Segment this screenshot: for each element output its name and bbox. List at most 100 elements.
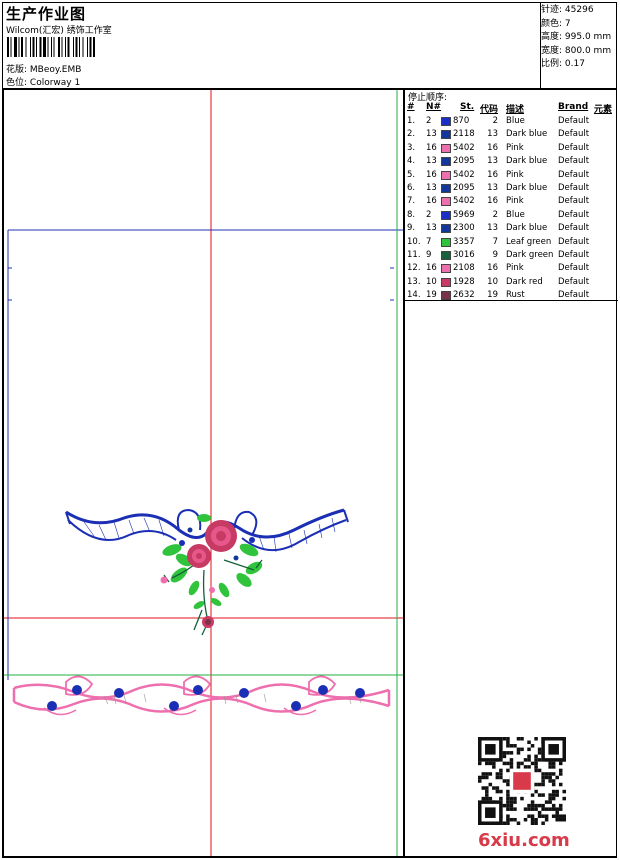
color-swatch (441, 130, 451, 140)
row-brand: Default (558, 116, 590, 126)
row-code: 19 (487, 290, 498, 301)
barcode-graphic (7, 37, 95, 57)
col-brand: Brand (558, 102, 589, 112)
color-swatch (441, 277, 451, 287)
row-brand: Default (558, 290, 590, 301)
row-num: 8. (407, 209, 416, 220)
row-stitches: 3357 (453, 236, 475, 247)
table-row: 9. 13 2300 13 Dark blue Default (405, 223, 618, 236)
table-row: 4. 13 2095 13 Dark blue Default (405, 156, 618, 169)
row-code: 16 (487, 169, 498, 180)
row-brand: Default (558, 169, 590, 180)
col-num: # (407, 102, 415, 112)
table-row: 11. 9 3016 9 Dark green Default (405, 250, 618, 263)
row-code: 13 (487, 129, 498, 140)
design-value: MBeoy.EMB (29, 65, 82, 75)
qr-code (478, 737, 566, 825)
table-header: # N# St. 代码 描述 Brand 元素 (405, 102, 618, 115)
row-code: 2 (492, 209, 498, 220)
table-row: 3. 16 5402 16 Pink Default (405, 143, 618, 156)
row-num: 9. (407, 223, 416, 234)
rose-bud (202, 616, 214, 628)
row-needle: 9 (426, 249, 432, 260)
table-row: 1. 2 870 2 Blue Default (405, 116, 618, 129)
stats-box: 针迹: 45296 颜色: 7 高度: 995.0 mm 宽度: 800.0 m… (541, 4, 617, 72)
row-num: 13. (407, 276, 421, 287)
row-brand: Default (558, 142, 590, 153)
row-needle: 16 (426, 142, 437, 153)
row-code: 13 (487, 223, 498, 234)
row-num: 3. (407, 142, 416, 153)
studio-subtitle: Wilcom(汇宏) 绣饰工作室 (6, 26, 112, 36)
col-needle: N# (426, 102, 442, 112)
row-stitches: 2300 (453, 223, 475, 234)
design-file-line: 花版: MBeoy.EMB (6, 62, 81, 75)
table-row: 7. 16 5402 16 Pink Default (405, 196, 618, 209)
color-swatch (441, 197, 451, 207)
row-code: 7 (492, 236, 498, 247)
row-stitches: 3016 (453, 249, 475, 260)
row-brand: Default (558, 276, 590, 287)
row-code: 16 (487, 142, 498, 153)
row-desc: Dark red (506, 276, 543, 287)
row-num: 6. (407, 182, 416, 193)
table-rows: 1. 2 870 2 Blue Default 2. 13 2118 13 Dark blue Def… (405, 116, 618, 303)
table-row: 13. 10 1928 10 Dark red Default (405, 277, 618, 290)
colorway-line: 色位: Colorway 1 (6, 75, 80, 88)
row-num: 12. (407, 263, 421, 274)
row-code: 2 (492, 116, 498, 126)
stat-colors: 颜色: 7 (541, 18, 571, 29)
design-preview (3, 89, 404, 857)
row-stitches: 2118 (453, 129, 475, 140)
row-stitches: 2108 (453, 263, 475, 274)
row-num: 14. (407, 290, 421, 301)
row-stitches: 5402 (453, 196, 475, 207)
row-code: 13 (487, 182, 498, 193)
row-brand: Default (558, 156, 590, 167)
row-num: 11. (407, 249, 421, 260)
row-desc: Blue (506, 116, 525, 126)
row-num: 7. (407, 196, 416, 207)
row-brand: Default (558, 209, 590, 220)
row-num: 10. (407, 236, 421, 247)
row-desc: Pink (506, 196, 524, 207)
row-needle: 13 (426, 156, 437, 167)
row-stitches: 5969 (453, 209, 475, 220)
color-swatch (441, 291, 451, 301)
pink-border (12, 675, 391, 716)
stat-stitches: 针迹: 45296 (541, 5, 594, 15)
colorway-label: 色位: (6, 78, 28, 88)
row-num: 2. (407, 129, 416, 140)
row-needle: 2 (426, 209, 432, 220)
rose-secondary (187, 544, 211, 568)
row-brand: Default (558, 236, 590, 247)
color-swatch (441, 157, 451, 167)
row-desc: Pink (506, 263, 524, 274)
row-code: 9 (492, 249, 498, 260)
row-code: 13 (487, 156, 498, 167)
embroidery-artwork (4, 90, 403, 856)
table-row: 10. 7 3357 7 Leaf green Default (405, 237, 618, 250)
color-swatch (441, 183, 451, 193)
row-desc: Dark green (506, 249, 554, 260)
row-desc: Dark blue (506, 182, 548, 193)
row-code: 16 (487, 196, 498, 207)
row-needle: 16 (426, 196, 437, 207)
row-brand: Default (558, 249, 590, 260)
col-element: 元素 (594, 105, 613, 115)
row-needle: 16 (426, 169, 437, 180)
row-needle: 2 (426, 116, 432, 126)
color-swatch (441, 170, 451, 180)
color-swatch (441, 224, 451, 234)
row-num: 4. (407, 156, 416, 167)
colorway-value: Colorway 1 (29, 78, 81, 88)
row-brand: Default (558, 223, 590, 234)
color-swatch (441, 264, 451, 274)
color-swatch (441, 250, 451, 260)
row-needle: 13 (426, 182, 437, 193)
row-stitches: 5402 (453, 169, 475, 180)
row-needle: 13 (426, 223, 437, 234)
row-stitches: 2095 (453, 156, 475, 167)
table-bottom-divider (405, 300, 618, 301)
row-needle: 10 (426, 276, 437, 287)
